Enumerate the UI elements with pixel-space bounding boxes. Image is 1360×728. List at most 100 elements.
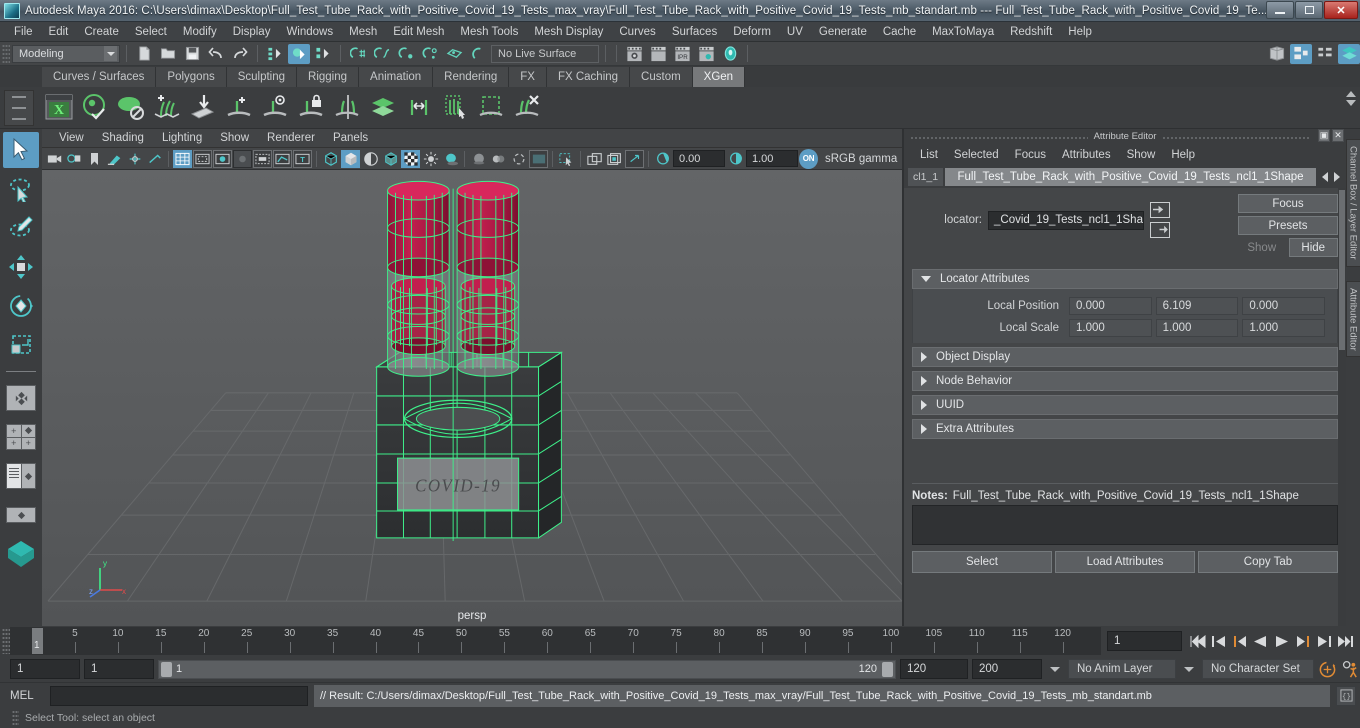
menu-generate[interactable]: Generate (811, 24, 875, 40)
hardware-texturing-icon[interactable] (401, 149, 420, 168)
exposure-icon[interactable] (653, 150, 672, 168)
local-position-y[interactable]: 6.109 (1155, 297, 1239, 315)
minimize-button[interactable] (1266, 1, 1294, 19)
ae-tab-scroll-arrows[interactable] (1318, 172, 1344, 182)
xgen-clear-tool-icon[interactable] (512, 92, 544, 124)
ipr-region-icon[interactable] (145, 150, 164, 168)
select-by-component-type-icon[interactable] (312, 44, 334, 64)
xgen-length-tool-icon[interactable] (404, 92, 436, 124)
move-tool[interactable] (3, 249, 39, 285)
menu-windows[interactable]: Windows (278, 24, 341, 40)
copy-tab-button[interactable]: Copy Tab (1198, 551, 1338, 573)
menu-file[interactable]: File (6, 24, 41, 40)
xgen-lock-description-icon[interactable] (296, 92, 328, 124)
notes-textarea[interactable] (912, 505, 1338, 545)
bookmark-icon[interactable] (85, 150, 104, 168)
perspective-viewport[interactable]: COVID-19 persp y x z (42, 170, 902, 626)
ae-menu-focus[interactable]: Focus (1007, 147, 1054, 163)
ae-menu-attributes[interactable]: Attributes (1054, 147, 1119, 163)
hypershade-icon[interactable] (719, 44, 741, 64)
shelf-tab-polygons[interactable]: Polygons (156, 67, 227, 87)
anim-layer-dropdown-icon[interactable] (1050, 666, 1060, 672)
section-node-behavior[interactable]: Node Behavior (912, 371, 1338, 391)
viewport-snapshot-icon[interactable] (585, 150, 604, 168)
snap-to-curve-icon[interactable] (371, 44, 393, 64)
viewport-menu-show[interactable]: Show (211, 131, 258, 145)
step-forward-keyframe-icon[interactable] (1314, 630, 1333, 652)
shadows-icon[interactable] (441, 150, 460, 168)
play-backwards-icon[interactable] (1251, 630, 1270, 652)
texture-toggle-icon[interactable]: T (293, 149, 312, 168)
shelf-scroll-arrows[interactable] (1346, 91, 1356, 106)
range-slider-left-handle[interactable] (161, 661, 172, 677)
menu-curves[interactable]: Curves (611, 24, 663, 40)
step-back-frame-icon[interactable] (1230, 630, 1249, 652)
help-line-grip[interactable] (12, 710, 19, 726)
viewport-menu-renderer[interactable]: Renderer (258, 131, 324, 145)
node-input-connection-icon[interactable] (1150, 202, 1170, 218)
select-by-object-type-icon[interactable] (288, 43, 310, 64)
shelf-tab-xgen[interactable]: XGen (692, 67, 746, 87)
new-scene-icon[interactable] (133, 44, 155, 64)
time-slider[interactable]: 1 5 10 15 20 25 30 35 40 45 50 55 60 65 70 75 80 85 90 95 1… (10, 627, 1101, 655)
undock-panel-icon[interactable]: ▣ (1318, 129, 1330, 142)
resize-view-icon[interactable] (625, 149, 644, 168)
gate-mask-icon[interactable] (233, 149, 252, 168)
xgen-preview-icon[interactable] (80, 92, 112, 124)
viewport-menu-panels[interactable]: Panels (324, 131, 377, 145)
single-perspective-layout-icon[interactable] (3, 380, 39, 416)
undo-icon[interactable] (205, 44, 227, 64)
menu-mesh-tools[interactable]: Mesh Tools (452, 24, 526, 40)
character-set-dropdown-icon[interactable] (1184, 666, 1194, 672)
menu-set-selector[interactable]: Modeling (12, 44, 120, 63)
color-management-toggle[interactable]: ON (799, 148, 818, 169)
two-sided-lighting-icon[interactable] (65, 150, 84, 168)
section-extra-attributes[interactable]: Extra Attributes (912, 419, 1338, 439)
menu-display[interactable]: Display (225, 24, 279, 40)
range-slider-right-handle[interactable] (882, 661, 893, 677)
smooth-shade-all-icon[interactable] (341, 149, 360, 168)
lasso-select-tool[interactable] (3, 171, 39, 207)
live-surface-field[interactable]: No Live Surface (491, 44, 599, 63)
xgen-density-tool-icon[interactable] (440, 92, 472, 124)
snap-to-point-icon[interactable] (395, 44, 417, 64)
save-scene-icon[interactable] (181, 44, 203, 64)
load-attributes-button[interactable]: Load Attributes (1055, 551, 1195, 573)
attribute-editor-toggle-icon[interactable] (1314, 44, 1336, 64)
current-frame-field[interactable]: 1 (1107, 631, 1182, 651)
screen-space-ao-icon[interactable] (469, 150, 488, 168)
current-time-indicator[interactable]: 1 (32, 628, 43, 654)
xray-icon[interactable] (253, 149, 272, 168)
make-live-icon[interactable] (467, 44, 489, 64)
animation-end-time-field[interactable]: 200 (972, 659, 1042, 679)
select-button[interactable]: Select (912, 551, 1052, 573)
viewport-menu-shading[interactable]: Shading (93, 131, 153, 145)
command-language-label[interactable]: MEL (10, 690, 44, 702)
menu-help[interactable]: Help (1060, 24, 1100, 40)
close-panel-icon[interactable]: ✕ (1332, 129, 1344, 142)
lights-toggle-icon[interactable] (421, 150, 440, 168)
grid-toggle-icon[interactable] (125, 150, 144, 168)
film-gate-icon[interactable] (193, 149, 212, 168)
step-back-keyframe-icon[interactable] (1209, 630, 1228, 652)
shelf-tab-fx[interactable]: FX (509, 67, 547, 87)
shelf-tab-rigging[interactable]: Rigging (297, 67, 360, 87)
shelf-tab-sculpting[interactable]: Sculpting (226, 67, 298, 87)
xgen-layers-icon[interactable] (368, 92, 400, 124)
xgen-editor-icon[interactable]: X (44, 92, 76, 124)
menu-mesh-display[interactable]: Mesh Display (526, 24, 611, 40)
shelf-tab-fx-caching[interactable]: FX Caching (546, 67, 631, 87)
close-button[interactable]: ✕ (1324, 1, 1358, 19)
local-position-x[interactable]: 0.000 (1069, 297, 1152, 315)
node-output-connection-icon[interactable] (1150, 222, 1170, 238)
exposure-value[interactable]: 0.00 (673, 150, 725, 167)
hide-button[interactable]: Hide (1288, 238, 1338, 257)
redo-icon[interactable] (229, 44, 251, 64)
xgen-preview-description-icon[interactable] (260, 92, 292, 124)
shelf-tab-rendering[interactable]: Rendering (433, 67, 510, 87)
paint-select-tool[interactable] (3, 210, 39, 246)
shelf-tab-custom[interactable]: Custom (630, 67, 693, 87)
wireframe-shading-icon[interactable] (321, 150, 340, 168)
range-slider[interactable]: 1 120 (158, 659, 896, 679)
scrollbar-thumb[interactable] (1339, 190, 1345, 350)
